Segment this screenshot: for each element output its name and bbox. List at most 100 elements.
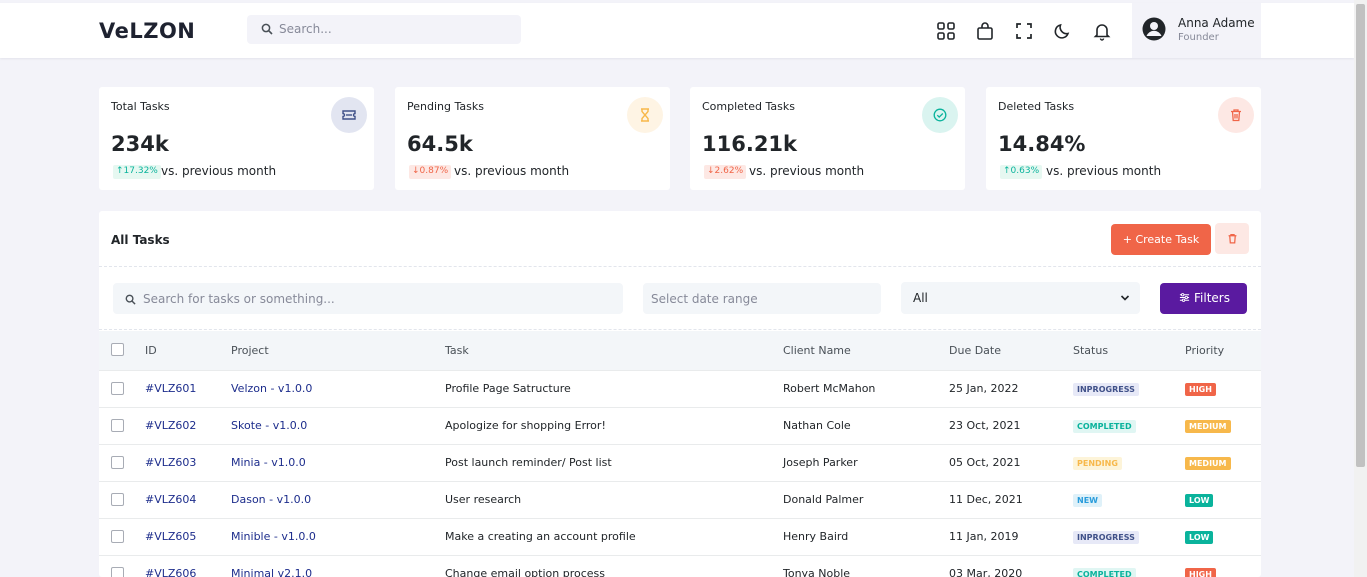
stat-label: Deleted Tasks (998, 100, 1075, 113)
task-id-link[interactable]: #VLZ606 (145, 567, 196, 577)
select-all-checkbox[interactable] (111, 343, 124, 356)
status-badge: INPROGRESS (1073, 531, 1139, 544)
row-checkbox[interactable] (111, 493, 124, 506)
global-search[interactable]: Search... (247, 15, 521, 44)
ticket-badge (331, 97, 367, 133)
table-row[interactable]: #VLZ606 Minimal v2.1.0 Change email option… (99, 556, 1261, 577)
column-header[interactable]: Project (231, 344, 269, 357)
column-header[interactable]: Task (445, 344, 469, 357)
all-tasks-panel: All Tasks + Create Task Search for tasks… (99, 211, 1261, 577)
client-name: Tonya Noble (783, 567, 851, 577)
status-select[interactable]: All (901, 282, 1140, 314)
stat-suffix: vs. previous month (454, 164, 570, 178)
chevron-down-icon (1120, 295, 1130, 301)
due-date: 03 Mar, 2020 (949, 567, 1023, 577)
user-role: Founder (1178, 32, 1219, 43)
stat-value: 116.21k (702, 132, 798, 156)
search-icon (261, 23, 273, 35)
stat-label: Pending Tasks (407, 100, 484, 113)
task-name: Profile Page Satructure (445, 382, 571, 395)
status-badge: PENDING (1073, 457, 1122, 470)
priority-badge: MEDIUM (1185, 457, 1231, 470)
client-name: Nathan Cole (783, 419, 851, 432)
task-id-link[interactable]: #VLZ605 (145, 530, 196, 543)
table-row[interactable]: #VLZ603 Minia - v1.0.0 Post launch reminde… (99, 445, 1261, 482)
priority-badge: MEDIUM (1185, 420, 1231, 433)
hourglass-icon (641, 108, 649, 122)
project-link[interactable]: Minimal v2.1.0 (231, 567, 312, 577)
shopping-bag-icon[interactable] (975, 21, 995, 41)
column-header[interactable]: Status (1073, 344, 1108, 357)
project-link[interactable]: Minia - v1.0.0 (231, 456, 306, 469)
filters-label: Filters (1194, 291, 1230, 305)
column-header[interactable]: Due Date (949, 344, 1001, 357)
divider (99, 266, 1261, 267)
due-date: 25 Jan, 2022 (949, 382, 1019, 395)
task-id-link[interactable]: #VLZ601 (145, 382, 196, 395)
delete-selected-button[interactable] (1215, 223, 1249, 254)
column-header[interactable]: ID (145, 344, 157, 357)
ticket-icon (342, 110, 356, 120)
stat-trend: ↑17.32% (113, 165, 161, 179)
task-search-input[interactable]: Search for tasks or something... (143, 292, 335, 306)
apps-grid-icon[interactable] (936, 21, 956, 41)
stat-value: 64.5k (407, 132, 473, 156)
row-checkbox[interactable] (111, 382, 124, 395)
row-checkbox[interactable] (111, 530, 124, 543)
stat-value: 14.84% (998, 132, 1086, 156)
filters-button[interactable]: Filters (1160, 283, 1247, 314)
priority-badge: HIGH (1185, 568, 1216, 577)
row-checkbox[interactable] (111, 567, 124, 577)
column-header[interactable]: Client Name (783, 344, 851, 357)
task-name: User research (445, 493, 522, 506)
table-row[interactable]: #VLZ602 Skote - v1.0.0 Apologize for shopp… (99, 408, 1261, 445)
task-name: Apologize for shopping Error! (445, 419, 606, 432)
task-id-link[interactable]: #VLZ604 (145, 493, 196, 506)
task-name: Post launch reminder/ Post list (445, 456, 612, 469)
check-circle-icon (933, 108, 947, 122)
stat-label: Completed Tasks (702, 100, 795, 113)
task-id-link[interactable]: #VLZ603 (145, 456, 196, 469)
client-name: Henry Baird (783, 530, 849, 543)
user-name: Anna Adame (1178, 16, 1255, 30)
stat-suffix: vs. previous month (749, 164, 865, 178)
priority-badge: LOW (1185, 494, 1214, 507)
page-scrollbar[interactable] (1354, 0, 1367, 577)
user-profile-menu[interactable]: Anna Adame Founder (1132, 3, 1261, 58)
due-date: 11 Dec, 2021 (949, 493, 1023, 506)
project-link[interactable]: Velzon - v1.0.0 (231, 382, 312, 395)
scrollbar-thumb[interactable] (1356, 4, 1365, 467)
project-link[interactable]: Minible - v1.0.0 (231, 530, 316, 543)
table-row[interactable]: #VLZ605 Minible - v1.0.0 Make a creating a… (99, 519, 1261, 556)
project-link[interactable]: Dason - v1.0.0 (231, 493, 311, 506)
project-link[interactable]: Skote - v1.0.0 (231, 419, 307, 432)
table-row[interactable]: #VLZ601 Velzon - v1.0.0 Profile Page Satru… (99, 371, 1261, 408)
column-header[interactable]: Priority (1185, 344, 1224, 357)
app-logo[interactable]: VeLZON (99, 19, 195, 43)
stat-trend: ↓2.62% (704, 165, 747, 179)
date-range-field[interactable]: Select date range (643, 283, 881, 314)
row-checkbox[interactable] (111, 419, 124, 432)
due-date: 11 Jan, 2019 (949, 530, 1019, 543)
stat-value: 234k (111, 132, 169, 156)
stat-suffix: vs. previous month (161, 164, 277, 178)
bell-icon[interactable] (1092, 21, 1112, 41)
row-checkbox[interactable] (111, 456, 124, 469)
table-row[interactable]: #VLZ604 Dason - v1.0.0 User research Donald… (99, 482, 1261, 519)
stat-card-completed: Completed Tasks 116.21k ↓2.62% vs. previ… (690, 87, 965, 190)
stat-card-pending: Pending Tasks 64.5k ↓0.87% vs. previous … (395, 87, 670, 190)
status-badge: COMPLETED (1073, 568, 1136, 577)
priority-badge: HIGH (1185, 383, 1216, 396)
create-task-button[interactable]: + Create Task (1111, 224, 1211, 255)
search-input[interactable]: Search... (279, 22, 332, 36)
stat-trend: ↓0.87% (409, 165, 452, 179)
moon-icon[interactable] (1053, 21, 1073, 41)
user-avatar-icon (1142, 17, 1166, 41)
task-search-field[interactable]: Search for tasks or something... (113, 283, 623, 314)
due-date: 05 Oct, 2021 (949, 456, 1021, 469)
fullscreen-icon[interactable] (1014, 21, 1034, 41)
date-range-input[interactable]: Select date range (651, 292, 758, 306)
trash-icon (1228, 233, 1237, 244)
task-id-link[interactable]: #VLZ602 (145, 419, 196, 432)
priority-badge: LOW (1185, 531, 1214, 544)
